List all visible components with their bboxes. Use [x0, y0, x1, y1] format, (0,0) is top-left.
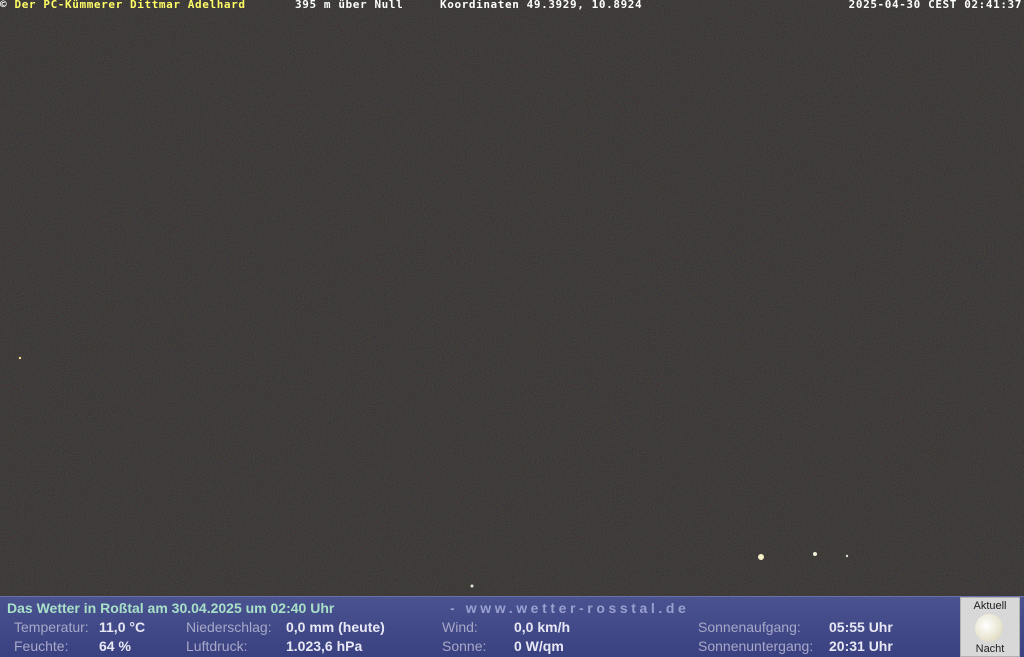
website-link[interactable]: - www.wetter-rosstal.de: [450, 600, 689, 616]
sunset-label: Sonnenuntergang:: [698, 638, 814, 654]
precipitation-value: 0,0 mm (heute): [286, 619, 385, 635]
weather-headline: Das Wetter in Roßtal am 30.04.2025 um 02…: [7, 600, 335, 616]
camera-overlay-bar: © Der PC-Kümmerer Dittmar Adelhard 395 m…: [0, 0, 1024, 11]
sun-label: Sonne:: [442, 638, 487, 654]
moon-phase-box: Aktuell Nacht: [960, 597, 1020, 657]
light-point: [813, 552, 817, 556]
wind-value: 0,0 km/h: [514, 619, 571, 635]
moon-current-label: Aktuell: [973, 600, 1007, 612]
light-point: [18, 356, 22, 360]
precipitation-label: Niederschlag:: [186, 619, 272, 635]
owner-name: Der PC-Kümmerer Dittmar Adelhard: [14, 0, 246, 11]
light-point: [470, 584, 474, 588]
pressure-label: Luftdruck:: [186, 638, 248, 654]
light-point: [845, 554, 849, 558]
weather-panel: Das Wetter in Roßtal am 30.04.2025 um 02…: [0, 596, 1024, 657]
temperature-value: 11,0 °C: [99, 619, 146, 635]
sunrise-label: Sonnenaufgang:: [698, 619, 801, 635]
coordinates-caption: Koordinaten 49.3929, 10.8924: [440, 0, 643, 11]
webcam-night-image: [0, 0, 1024, 596]
humidity-value: 64 %: [99, 638, 131, 654]
timestamp-caption: 2025-04-30 CEST 02:41:37: [848, 0, 1022, 11]
moon-night-label: Nacht: [975, 643, 1005, 655]
sunset-value: 20:31 Uhr: [829, 638, 893, 654]
altitude-caption: 395 m über Null: [295, 0, 404, 11]
copyright-symbol: ©: [0, 0, 8, 11]
wind-label: Wind:: [442, 619, 478, 635]
light-point: [758, 554, 764, 560]
sun-value: 0 W/qm: [514, 638, 564, 654]
noise-texture: [0, 0, 1024, 596]
temperature-label: Temperatur:: [14, 619, 89, 635]
full-moon-icon: [975, 614, 1003, 642]
sunrise-value: 05:55 Uhr: [829, 619, 893, 635]
pressure-value: 1.023,6 hPa: [286, 638, 363, 654]
owner-caption: © Der PC-Kümmerer Dittmar Adelhard: [0, 0, 246, 10]
humidity-label: Feuchte:: [14, 638, 69, 654]
